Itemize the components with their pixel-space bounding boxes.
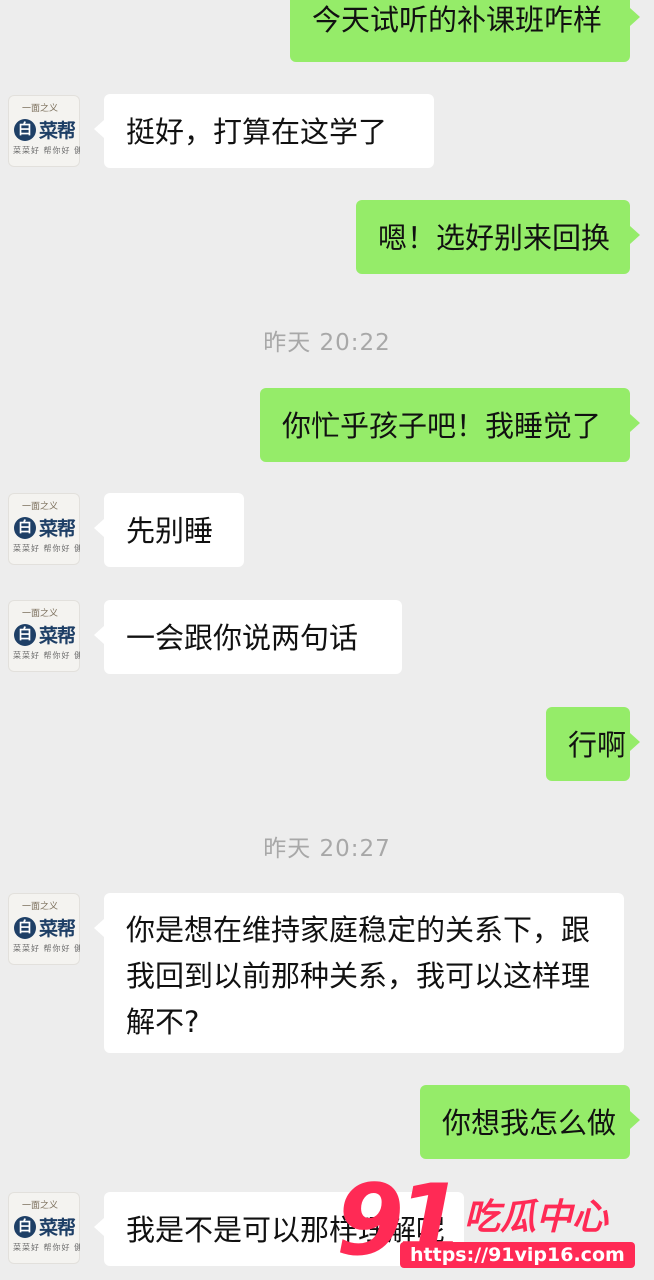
avatar-sub-text: 菜菜好 帮你好 健康好 bbox=[13, 1243, 80, 1252]
message-bubble-outgoing[interactable]: 你想我怎么做 bbox=[420, 1085, 640, 1159]
message-bubble-incoming[interactable]: 先别睡 bbox=[94, 493, 244, 567]
avatar-top-text: 一面之义 bbox=[22, 502, 59, 512]
timestamp: 昨天 20:22 bbox=[263, 330, 391, 356]
message-bubble-incoming[interactable]: 挺好，打算在这学了 bbox=[94, 94, 434, 168]
message-bubble-outgoing[interactable]: 今天试听的补课班咋样 bbox=[290, 0, 640, 62]
avatar-logo-text: 菜帮 bbox=[39, 1217, 76, 1239]
avatar-top-text: 一面之义 bbox=[22, 1201, 59, 1211]
avatar-top-text: 一面之义 bbox=[22, 104, 59, 114]
avatar-logo-icon: 白 bbox=[14, 119, 36, 141]
avatar-logo-text: 菜帮 bbox=[39, 518, 76, 540]
avatar-logo-text: 菜帮 bbox=[39, 120, 76, 142]
message-bubble-outgoing[interactable]: 你忙乎孩子吧！我睡觉了 bbox=[260, 388, 640, 462]
timestamp: 昨天 20:27 bbox=[263, 836, 391, 862]
message-bubble-outgoing[interactable]: 行啊 bbox=[546, 707, 640, 781]
avatar-sub-text: 菜菜好 帮你好 健康好 bbox=[13, 146, 80, 155]
contact-avatar[interactable]: 一面之义 白 菜帮 菜菜好 帮你好 健康好 bbox=[8, 600, 80, 672]
contact-avatar[interactable]: 一面之义 白 菜帮 菜菜好 帮你好 健康好 bbox=[8, 493, 80, 565]
chat-history[interactable]: 今天试听的补课班咋样 一面之义 白 菜帮 菜菜好 帮你好 健康好 挺好，打算在这… bbox=[0, 0, 654, 1280]
avatar-sub-text: 菜菜好 帮你好 健康好 bbox=[13, 944, 80, 953]
contact-avatar[interactable]: 一面之义 白 菜帮 菜菜好 帮你好 健康好 bbox=[8, 95, 80, 167]
watermark-url: https://91vip16.com bbox=[400, 1242, 635, 1268]
avatar-sub-text: 菜菜好 帮你好 健康好 bbox=[13, 651, 80, 660]
avatar-logo-icon: 白 bbox=[14, 517, 36, 539]
avatar-logo-text: 菜帮 bbox=[39, 625, 76, 647]
avatar-top-text: 一面之义 bbox=[22, 609, 59, 619]
avatar-top-text: 一面之义 bbox=[22, 902, 59, 912]
avatar-sub-text: 菜菜好 帮你好 健康好 bbox=[13, 544, 80, 553]
message-bubble-incoming[interactable]: 你是想在维持家庭稳定的关系下，跟我回到以前那种关系，我可以这样理解不? bbox=[94, 893, 624, 1053]
contact-avatar[interactable]: 一面之义 白 菜帮 菜菜好 帮你好 健康好 bbox=[8, 893, 80, 965]
message-bubble-outgoing[interactable]: 嗯！选好别来回换 bbox=[356, 200, 640, 274]
message-bubble-incoming[interactable]: 一会跟你说两句话 bbox=[94, 600, 402, 674]
avatar-logo-text: 菜帮 bbox=[39, 918, 76, 940]
watermark-brand: 吃瓜中心 bbox=[464, 1197, 609, 1238]
avatar-logo-icon: 白 bbox=[14, 624, 36, 646]
contact-avatar[interactable]: 一面之义 白 菜帮 菜菜好 帮你好 健康好 bbox=[8, 1192, 80, 1264]
avatar-logo-icon: 白 bbox=[14, 1216, 36, 1238]
watermark: 91 吃瓜中心 https://91vip16.com bbox=[336, 1164, 636, 1278]
avatar-logo-icon: 白 bbox=[14, 917, 36, 939]
